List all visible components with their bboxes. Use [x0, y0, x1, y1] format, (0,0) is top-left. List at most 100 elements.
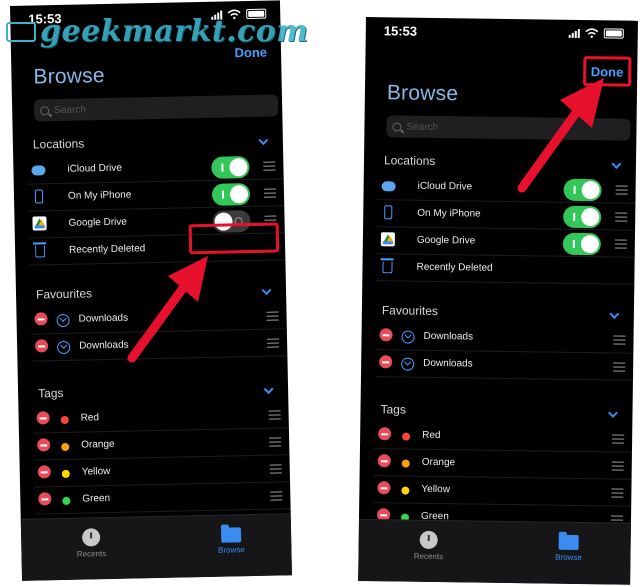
wifi-icon — [585, 28, 599, 38]
chevron-down-icon[interactable] — [261, 285, 272, 296]
tag-color-icon — [402, 432, 411, 441]
search-icon — [392, 121, 402, 132]
cloud-icon — [381, 181, 396, 192]
favourite-row[interactable]: Downloads — [374, 350, 634, 381]
reorder-handle-icon[interactable] — [270, 491, 283, 501]
tab-label: Browse — [555, 552, 582, 563]
on-my-iphone-toggle[interactable] — [563, 205, 602, 229]
tab-recents[interactable]: Recents — [61, 528, 122, 559]
reorder-handle-icon[interactable] — [263, 161, 276, 171]
status-time: 15:53 — [383, 23, 418, 39]
section-title-favourites: Favourites — [381, 303, 439, 319]
icloud-toggle[interactable] — [563, 178, 602, 202]
reorder-handle-icon[interactable] — [613, 335, 626, 345]
reorder-handle-icon[interactable] — [269, 464, 282, 474]
reorder-handle-icon[interactable] — [267, 338, 280, 348]
remove-icon[interactable] — [37, 465, 51, 479]
reorder-handle-icon[interactable] — [263, 188, 277, 198]
on-my-iphone-toggle[interactable] — [211, 183, 251, 206]
location-row-google-drive[interactable]: Google Drive — [376, 227, 636, 258]
done-button-highlight — [583, 56, 632, 87]
remove-icon[interactable] — [377, 481, 391, 495]
tab-recents[interactable]: Recents — [398, 530, 458, 562]
remove-icon[interactable] — [37, 438, 51, 452]
download-icon — [401, 330, 415, 344]
reorder-handle-icon[interactable] — [612, 434, 625, 444]
reorder-handle-icon[interactable] — [614, 239, 627, 249]
remove-icon[interactable] — [34, 339, 49, 353]
location-row-recently-deleted[interactable]: Recently Deleted — [376, 254, 635, 285]
remove-icon[interactable] — [379, 328, 393, 342]
favourite-label: Downloads — [78, 312, 129, 325]
location-row-icloud[interactable]: iCloud Drive — [377, 173, 636, 204]
chevron-down-icon[interactable] — [611, 159, 622, 169]
reorder-handle-icon[interactable] — [269, 437, 282, 447]
location-row-iphone[interactable]: On My iPhone — [377, 200, 636, 231]
tag-color-icon — [61, 469, 70, 479]
page-title: Browse — [33, 64, 105, 89]
tab-label: Browse — [218, 545, 245, 555]
reorder-handle-icon[interactable] — [611, 488, 624, 498]
chevron-down-icon[interactable] — [258, 135, 269, 146]
cloud-icon — [31, 165, 46, 176]
search-input[interactable]: Search — [33, 94, 279, 122]
tag-row[interactable]: Yellow — [373, 476, 632, 507]
section-title-tags: Tags — [37, 385, 64, 401]
battery-icon — [603, 28, 624, 39]
download-icon — [57, 340, 71, 355]
tags-section: Tags Red Orange Yellow Green — [18, 377, 291, 515]
tag-row[interactable]: Green — [34, 482, 291, 515]
reorder-handle-icon[interactable] — [615, 185, 628, 195]
reorder-handle-icon[interactable] — [268, 410, 281, 420]
google-drive-icon — [32, 216, 47, 231]
google-drive-toggle[interactable] — [562, 232, 602, 256]
remove-icon[interactable] — [377, 454, 391, 468]
watermark: geekmarkt.com — [40, 14, 309, 49]
download-icon — [401, 357, 415, 371]
tab-browse[interactable]: Browse — [201, 525, 262, 555]
iphone-icon — [34, 189, 44, 204]
folder-icon — [558, 534, 579, 551]
reorder-handle-icon[interactable] — [613, 362, 626, 372]
locations-section: Locations iCloud Drive On My iPhone Goog… — [362, 149, 636, 285]
tag-color-icon — [401, 459, 410, 468]
search-input[interactable]: Search — [386, 115, 631, 141]
reorder-handle-icon[interactable] — [615, 212, 628, 222]
tag-label: Orange — [81, 438, 115, 451]
tab-bar: Recents Browse — [358, 518, 631, 585]
search-placeholder: Search — [406, 121, 439, 133]
tag-color-icon — [61, 442, 70, 452]
trash-icon — [35, 245, 46, 258]
trash-icon — [382, 261, 393, 274]
download-icon — [56, 313, 70, 328]
page-title: Browse — [386, 81, 459, 106]
favourite-row[interactable]: Downloads — [375, 323, 634, 354]
search-placeholder: Search — [54, 103, 86, 116]
favourites-section: Favourites Downloads Downloads — [16, 278, 288, 362]
location-label: iCloud Drive — [67, 162, 123, 175]
google-drive-toggle-highlight — [188, 222, 280, 255]
location-label: Google Drive — [416, 234, 476, 247]
tag-color-icon — [401, 486, 410, 495]
section-title-favourites: Favourites — [35, 286, 93, 302]
status-bar: 15:53 — [366, 17, 638, 47]
location-label: Recently Deleted — [69, 243, 146, 256]
reorder-handle-icon[interactable] — [266, 311, 279, 321]
icloud-toggle[interactable] — [211, 156, 250, 179]
chevron-down-icon[interactable] — [608, 408, 618, 418]
remove-icon[interactable] — [34, 312, 48, 326]
tag-row[interactable]: Orange — [373, 449, 632, 480]
favourite-row[interactable]: Downloads — [30, 329, 288, 362]
tag-row[interactable]: Red — [373, 422, 633, 453]
chevron-down-icon[interactable] — [263, 384, 274, 395]
chevron-down-icon[interactable] — [609, 309, 620, 319]
tag-label: Yellow — [81, 466, 111, 478]
remove-icon[interactable] — [379, 355, 393, 369]
remove-icon[interactable] — [378, 427, 392, 441]
reorder-handle-icon[interactable] — [611, 461, 624, 471]
tab-label: Recents — [76, 549, 107, 559]
remove-icon[interactable] — [36, 411, 50, 425]
tab-browse[interactable]: Browse — [538, 532, 598, 562]
remove-icon[interactable] — [38, 492, 52, 506]
tag-label: Red — [422, 429, 441, 442]
